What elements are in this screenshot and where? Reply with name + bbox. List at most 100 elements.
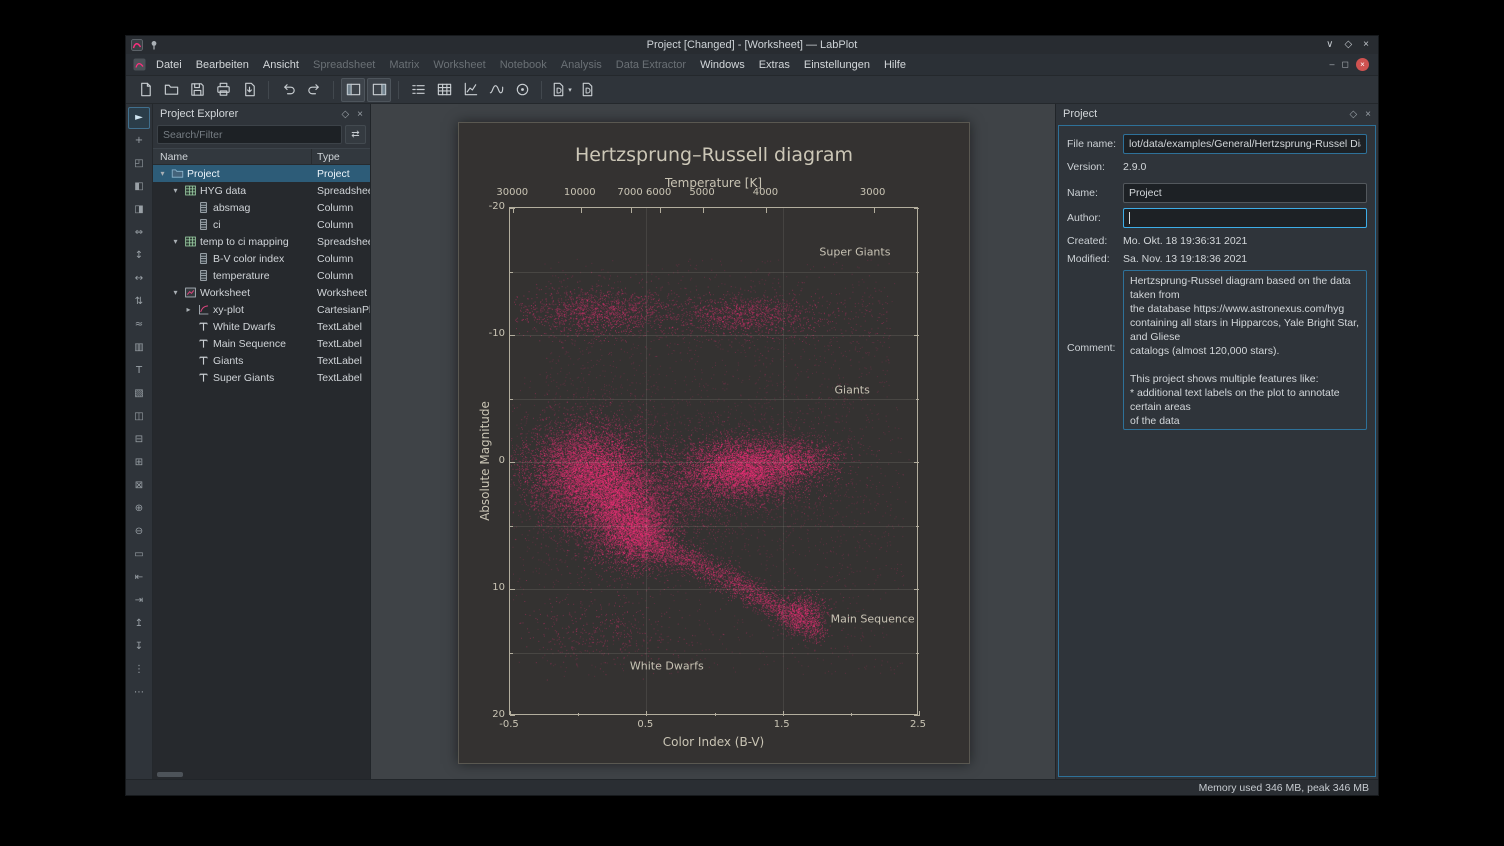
vertical-layout-tool-icon: ⊟ <box>135 435 143 445</box>
titlebar[interactable]: Project [Changed] - [Worksheet] — LabPlo… <box>126 36 1378 54</box>
tree-row-b-v-color-index[interactable]: B-V color indexColumn <box>153 250 370 267</box>
zoom-select-tool-button[interactable]: ◰ <box>128 153 150 175</box>
expander-icon[interactable]: ▸ <box>183 305 194 314</box>
save-project-button[interactable] <box>185 78 209 102</box>
tree-row-super-giants[interactable]: Super GiantsTextLabel <box>153 369 370 386</box>
new-folder-icon <box>410 81 427 98</box>
plot-label-white-dwarfs[interactable]: White Dwarfs <box>630 660 704 673</box>
new-folder-button[interactable] <box>406 78 430 102</box>
break-layout-tool-button[interactable]: ⊠ <box>128 475 150 497</box>
plot-label-main-sequence[interactable]: Main Sequence <box>831 613 915 626</box>
tree-row-temp-to-ci-mapping[interactable]: ▾temp to ci mappingSpreadsheet <box>153 233 370 250</box>
plot-label-super-giants[interactable]: Super Giants <box>819 246 890 259</box>
new-matrix-button[interactable] <box>484 78 508 102</box>
shift-left-x-tool-button[interactable]: ⇤ <box>128 567 150 589</box>
tree-row-white-dwarfs[interactable]: White DwarfsTextLabel <box>153 318 370 335</box>
new-spreadsheet-button[interactable] <box>458 78 482 102</box>
name-label: Name: <box>1067 187 1123 199</box>
window-close-icon[interactable]: × <box>1363 40 1369 50</box>
add-text-label-tool-button[interactable]: T <box>128 360 150 382</box>
new-workbook-button[interactable] <box>432 78 456 102</box>
zoom-fit-tool-button[interactable]: ▭ <box>128 544 150 566</box>
menu-datei[interactable]: Datei <box>149 55 189 75</box>
tree-row-absmag[interactable]: absmagColumn <box>153 199 370 216</box>
tree-row-xy-plot[interactable]: ▸xy-plotCartesianPlot <box>153 301 370 318</box>
add-histogram-tool-button[interactable]: ▥ <box>128 337 150 359</box>
pin-icon[interactable] <box>148 39 160 51</box>
tree-row-hyg-data[interactable]: ▾HYG dataSpreadsheet <box>153 182 370 199</box>
undo-button[interactable] <box>276 78 300 102</box>
plot-area[interactable]: Super Giants Giants Main Sequence White Dwa… <box>509 207 918 715</box>
filter-options-button[interactable]: ⇄ <box>345 125 366 144</box>
mdi-minimize-icon[interactable]: – <box>1330 60 1335 69</box>
column-header-type[interactable]: Type <box>312 149 370 164</box>
auto-scale-tool-button[interactable]: ↕ <box>128 245 150 267</box>
worksheet-view[interactable]: Hertzsprung–Russell diagram Temperature … <box>371 104 1056 779</box>
menu-extras[interactable]: Extras <box>752 55 797 75</box>
name-input[interactable] <box>1123 183 1367 203</box>
mdi-close-icon[interactable]: × <box>1356 58 1369 71</box>
add-image-tool-button[interactable]: ▧ <box>128 383 150 405</box>
expander-icon[interactable]: ▾ <box>170 237 181 246</box>
author-input[interactable] <box>1123 208 1367 228</box>
horizontal-scrollbar[interactable] <box>157 772 183 777</box>
tree-row-temperature[interactable]: temperatureColumn <box>153 267 370 284</box>
new-project-button[interactable] <box>133 78 157 102</box>
file-name-input[interactable] <box>1123 134 1367 154</box>
tree-row-main-sequence[interactable]: Main SequenceTextLabel <box>153 335 370 352</box>
menu-einstellungen[interactable]: Einstellungen <box>797 55 877 75</box>
dock-float-icon[interactable]: ◇ <box>341 109 349 120</box>
zoom-out-tool-button[interactable]: ⊖ <box>128 521 150 543</box>
print-button[interactable] <box>211 78 235 102</box>
tree-item-label: Worksheet <box>200 287 250 299</box>
pan-tool-button[interactable]: ⇔ <box>128 222 150 244</box>
menu-hilfe[interactable]: Hilfe <box>877 55 913 75</box>
zoom-in-tool-button[interactable]: ⊕ <box>128 498 150 520</box>
auto-scale-x-tool-button[interactable]: ↔ <box>128 268 150 290</box>
expander-icon[interactable]: ▾ <box>157 169 168 178</box>
new-live-data-source-button[interactable] <box>510 78 534 102</box>
vertical-layout-tool-button[interactable]: ⊟ <box>128 429 150 451</box>
dock-close-icon[interactable]: × <box>1365 109 1371 120</box>
more-tools-2-button[interactable]: ⋯ <box>128 682 150 704</box>
more-tools-1-button[interactable]: ⋮ <box>128 659 150 681</box>
expander-icon[interactable]: ▾ <box>170 186 181 195</box>
plot-label-giants[interactable]: Giants <box>835 383 870 396</box>
zoom-y-select-tool-button[interactable]: ◨ <box>128 199 150 221</box>
dock-float-icon[interactable]: ◇ <box>1349 109 1357 120</box>
menu-ansicht[interactable]: Ansicht <box>256 55 306 75</box>
grid-layout-tool-button[interactable]: ⊞ <box>128 452 150 474</box>
auto-scale-y-tool-button[interactable]: ⇅ <box>128 291 150 313</box>
window-shade-icon[interactable]: ∨ <box>1326 40 1333 50</box>
toggle-properties-explorer-button[interactable] <box>367 78 391 102</box>
horizontal-layout-tool-button[interactable]: ◫ <box>128 406 150 428</box>
tree-row-worksheet[interactable]: ▾WorksheetWorksheet <box>153 284 370 301</box>
select-tool-button[interactable]: ► <box>128 107 150 129</box>
duplicate-worksheet-button[interactable] <box>575 78 599 102</box>
add-curve-tool-button[interactable]: ≈ <box>128 314 150 336</box>
menu-bearbeiten[interactable]: Bearbeiten <box>189 55 256 75</box>
export-button[interactable] <box>237 78 261 102</box>
tree-row-giants[interactable]: GiantsTextLabel <box>153 352 370 369</box>
redo-button[interactable] <box>302 78 326 102</box>
column-header-name[interactable]: Name <box>153 149 312 164</box>
shift-down-y-tool-button[interactable]: ↧ <box>128 636 150 658</box>
search-input[interactable] <box>157 125 342 144</box>
expander-icon[interactable]: ▾ <box>170 288 181 297</box>
shift-right-x-tool-button[interactable]: ⇥ <box>128 590 150 612</box>
export-icon <box>241 81 258 98</box>
tree-item-label: Main Sequence <box>213 338 286 350</box>
menu-windows[interactable]: Windows <box>693 55 752 75</box>
dock-close-icon[interactable]: × <box>357 109 363 120</box>
tree-row-project[interactable]: ▾ProjectProject <box>153 165 370 182</box>
open-project-button[interactable] <box>159 78 183 102</box>
new-worksheet-button[interactable]: ▾ <box>549 78 573 102</box>
tree-row-ci[interactable]: ciColumn <box>153 216 370 233</box>
comment-textarea[interactable]: Hertzsprung-Russel diagram based on the … <box>1123 270 1367 430</box>
mdi-restore-icon[interactable]: ◻ <box>1342 60 1349 69</box>
zoom-x-select-tool-button[interactable]: ◧ <box>128 176 150 198</box>
toggle-project-explorer-button[interactable] <box>341 78 365 102</box>
shift-up-y-tool-button[interactable]: ↥ <box>128 613 150 635</box>
window-maximize-icon[interactable]: ◇ <box>1344 40 1352 50</box>
crosshair-tool-button[interactable]: + <box>128 130 150 152</box>
